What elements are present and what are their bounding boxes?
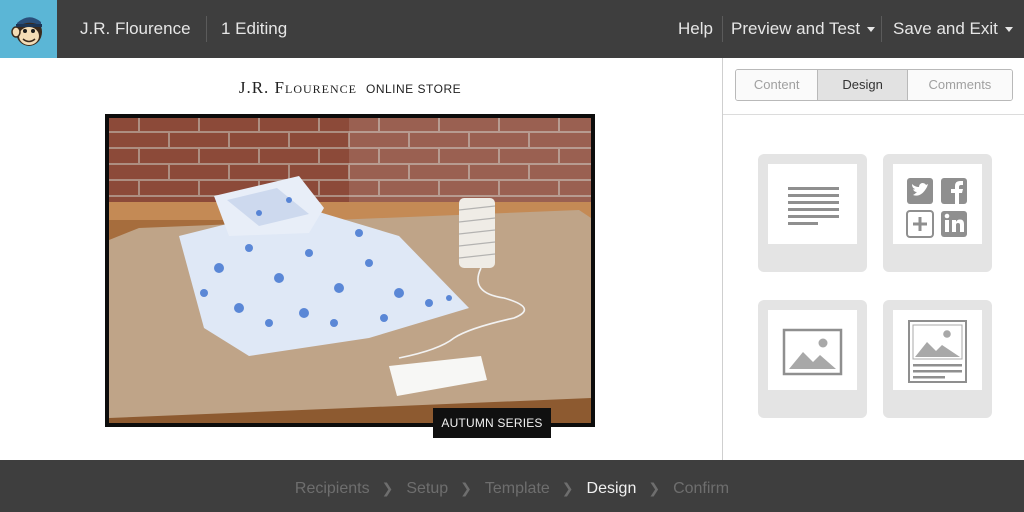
brand-name: J.R. Flourence	[80, 19, 191, 38]
image-block-tile[interactable]	[758, 300, 867, 418]
save-and-exit-menu[interactable]: Save and Exit	[893, 19, 1013, 39]
header-divider	[722, 16, 723, 42]
image-block-icon	[782, 328, 843, 376]
shirt-photo-image	[109, 118, 591, 423]
text-block-tile[interactable]	[758, 154, 867, 272]
step-recipients[interactable]: Recipients	[295, 480, 370, 497]
hero-caption[interactable]: AUTUMN SERIES	[433, 408, 551, 438]
help-link[interactable]: Help	[678, 19, 713, 39]
tab-design[interactable]: Design	[817, 70, 907, 100]
panel-divider-horizontal	[723, 114, 1024, 115]
caret-down-icon	[1004, 27, 1013, 33]
chevron-right-icon: ❯	[648, 480, 661, 496]
chevron-right-icon: ❯	[460, 480, 472, 496]
email-preview-canvas[interactable]: J.R. Flourence ONLINE STORE AUTUMN SERIE…	[0, 58, 722, 460]
hero-image[interactable]	[105, 114, 595, 427]
campaign-steps-bar: Recipients ❯ Setup ❯ Template ❯ Design ❯ Confirm	[0, 460, 1024, 512]
social-share-block-icon	[906, 178, 967, 238]
save-and-exit-label: Save and Exit	[893, 19, 998, 38]
store-subtitle: ONLINE STORE	[366, 82, 462, 96]
panel-tabs: Content Design Comments	[735, 69, 1013, 101]
header-divider	[881, 16, 882, 42]
editing-status[interactable]: 1 Editing	[221, 19, 287, 39]
store-name: J.R. Flourence	[238, 78, 357, 97]
preview-and-test-menu[interactable]: Preview and Test	[731, 19, 876, 39]
social-share-block-tile[interactable]	[883, 154, 992, 272]
header-divider	[206, 16, 207, 42]
top-bar: J.R. Flourence 1 Editing Help Preview an…	[0, 0, 1024, 58]
editor-panel: Content Design Comments	[723, 58, 1024, 460]
app-logo[interactable]	[0, 0, 57, 58]
step-design[interactable]: Design	[587, 480, 637, 497]
monkey-logo-icon	[11, 17, 42, 46]
chevron-right-icon: ❯	[561, 480, 574, 496]
tab-comments[interactable]: Comments	[906, 70, 1012, 100]
campaign-steps: Recipients ❯ Setup ❯ Template ❯ Design ❯ Confirm	[0, 480, 1024, 498]
image-with-caption-block-tile[interactable]	[883, 300, 992, 418]
email-header[interactable]: J.R. Flourence ONLINE STORE	[0, 78, 700, 98]
caret-down-icon	[867, 27, 876, 33]
preview-and-test-label: Preview and Test	[731, 19, 861, 38]
text-block-icon	[788, 187, 839, 225]
step-template[interactable]: Template	[485, 480, 550, 497]
chevron-right-icon: ❯	[381, 480, 394, 496]
tab-content[interactable]: Content	[736, 70, 818, 100]
step-confirm[interactable]: Confirm	[673, 480, 729, 497]
step-setup[interactable]: Setup	[406, 480, 448, 497]
image-with-caption-block-icon	[908, 320, 967, 383]
